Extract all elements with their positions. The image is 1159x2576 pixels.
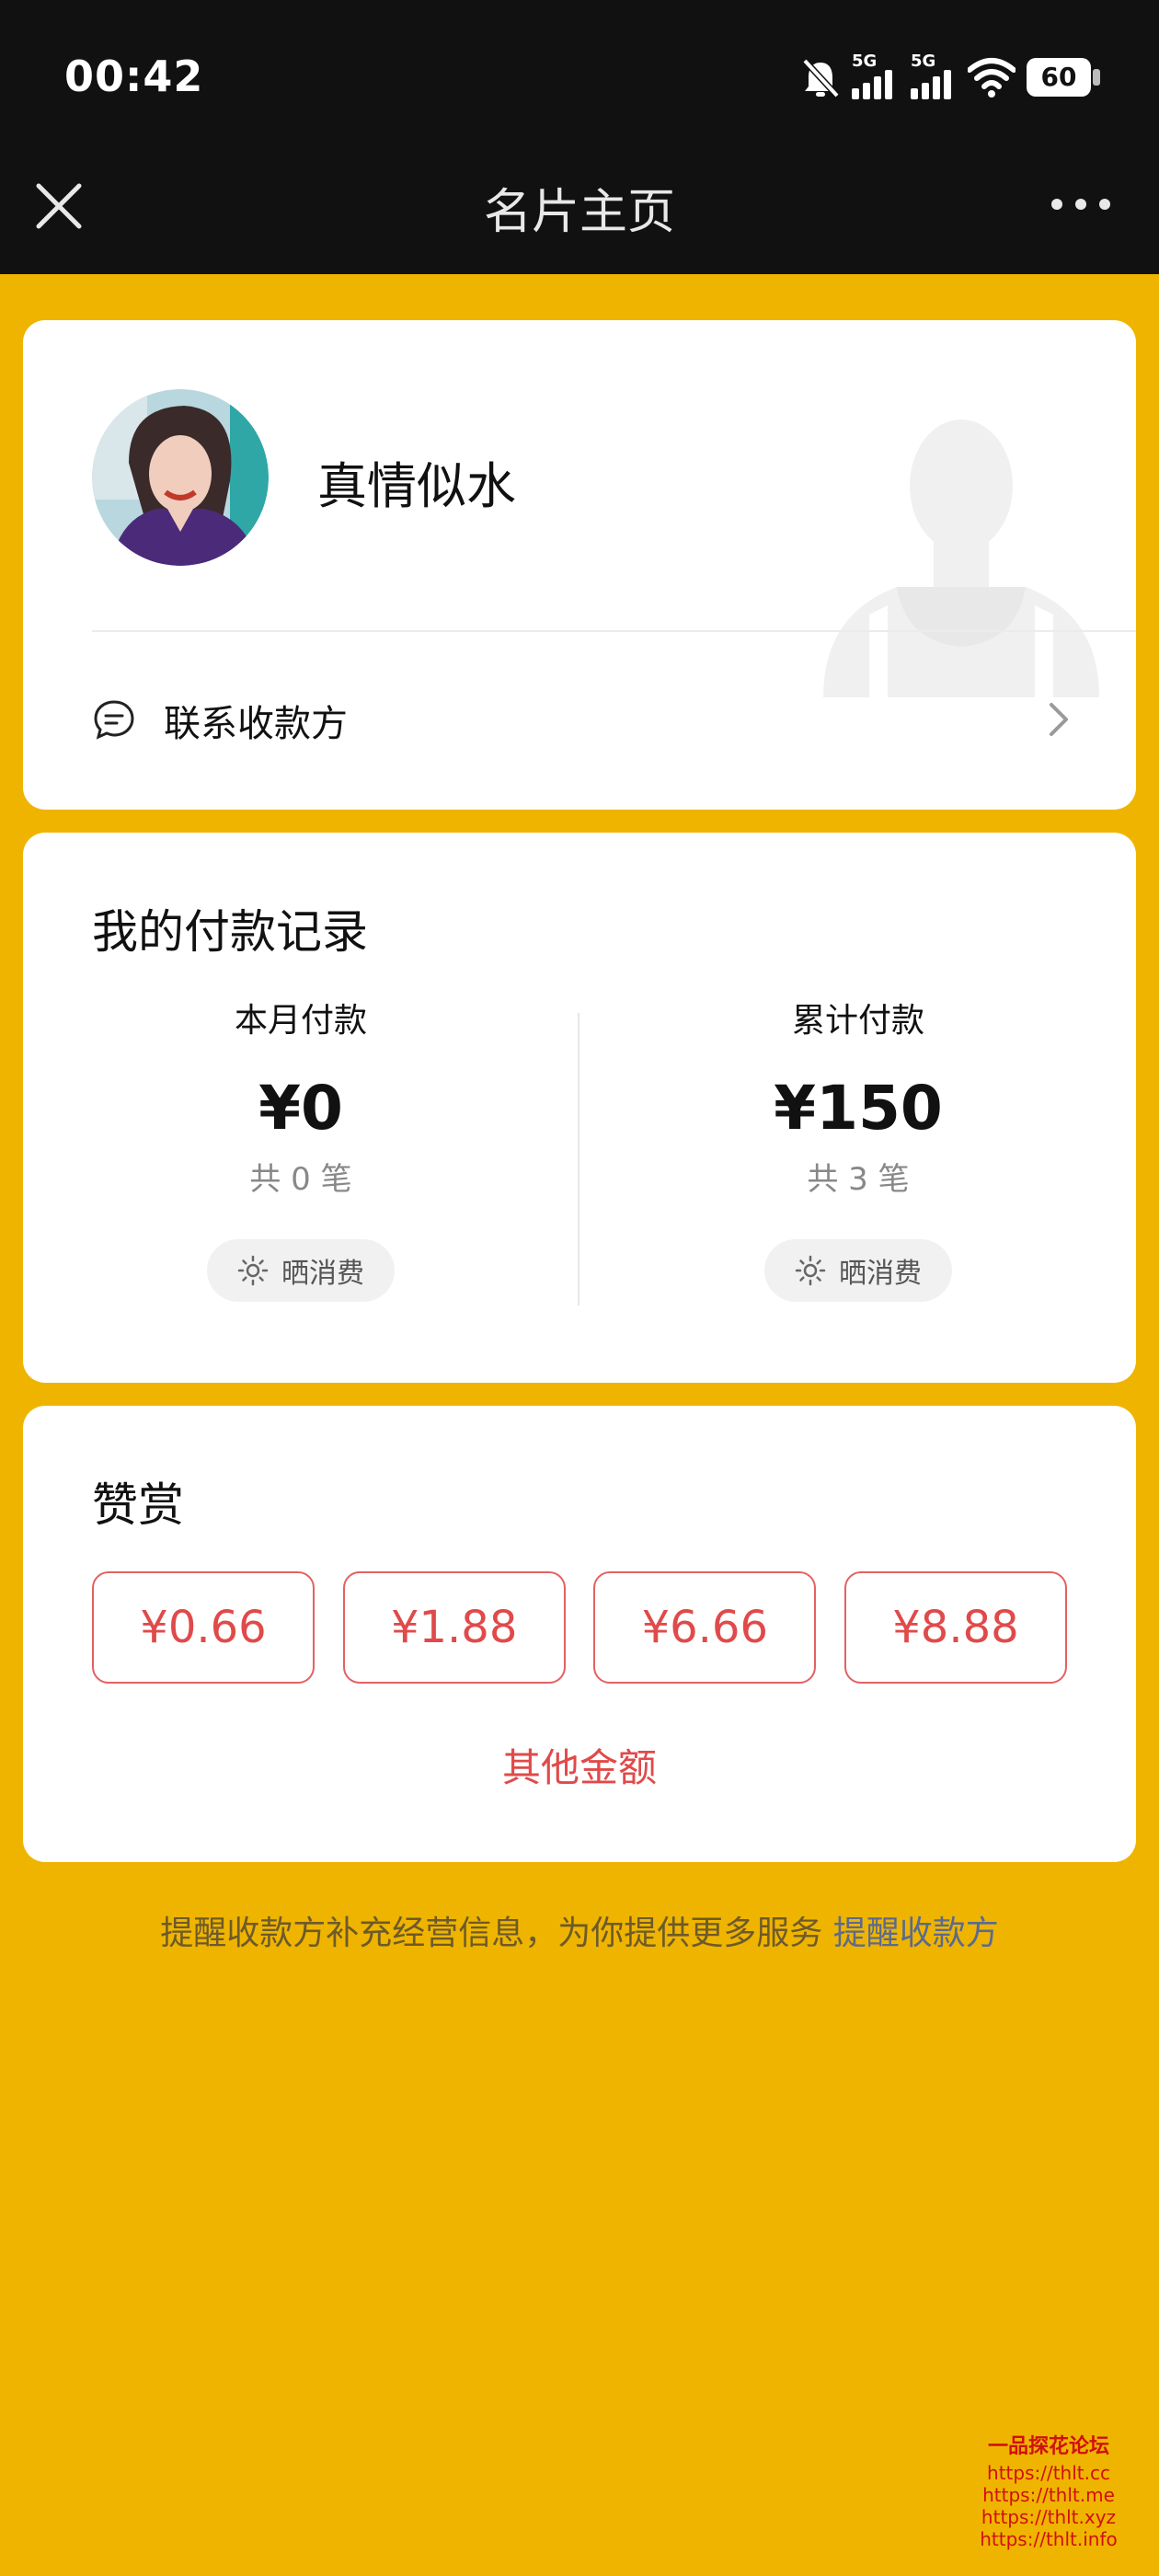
- reward-option-button[interactable]: ¥0.66: [92, 1571, 315, 1684]
- monthly-payment-stat: 本月付款 ¥0 共 0 笔 晒消费: [117, 998, 485, 1302]
- stat-divider: [578, 1013, 580, 1305]
- avatar[interactable]: [92, 389, 269, 566]
- contact-payee-label: 联系收款方: [164, 703, 348, 745]
- total-payment-label: 累计付款: [791, 1002, 924, 1040]
- reward-options: ¥0.66 ¥1.88 ¥6.66 ¥8.88: [92, 1571, 1067, 1686]
- monthly-payment-amount: ¥0: [258, 1073, 343, 1144]
- reward-option-button[interactable]: ¥8.88: [843, 1571, 1067, 1684]
- total-payment-amount: ¥150: [774, 1073, 943, 1144]
- reward-option-button[interactable]: ¥6.66: [593, 1571, 817, 1684]
- sun-icon: [795, 1255, 826, 1286]
- share-monthly-button[interactable]: 晒消费: [207, 1239, 395, 1302]
- page-title: 名片主页: [483, 185, 675, 240]
- total-payment-stat: 累计付款 ¥150 共 3 笔 晒消费: [674, 998, 1042, 1302]
- status-time: 00:42: [64, 52, 204, 101]
- battery-icon: 60: [1027, 58, 1102, 97]
- chat-bubble-icon: [94, 700, 134, 740]
- reward-card: 赞赏 ¥0.66 ¥1.88 ¥6.66 ¥8.88 其他金额: [23, 1406, 1136, 1862]
- share-monthly-label: 晒消费: [281, 1258, 364, 1290]
- footer-text: 提醒收款方补充经营信息，为你提供更多服务: [160, 1915, 833, 1952]
- wifi-icon: [968, 58, 1016, 98]
- divider: [92, 630, 1136, 632]
- footer-notice: 提醒收款方补充经营信息，为你提供更多服务 提醒收款方: [0, 1906, 1159, 1954]
- mute-bell-icon: [802, 58, 840, 98]
- watermark-line: https://thlt.me: [982, 2484, 1115, 2506]
- chevron-right-icon: [1050, 703, 1068, 736]
- profile-card: 真情似水 联系收款方: [23, 320, 1136, 810]
- top-bar: 00:42 5G 5G 60 名片主页: [0, 0, 1159, 274]
- watermark-line: https://thlt.info: [980, 2528, 1118, 2550]
- reward-title: 赞赏: [92, 1478, 184, 1532]
- share-total-button[interactable]: 晒消费: [764, 1239, 952, 1302]
- total-payment-count: 共 3 笔: [807, 1161, 910, 1198]
- contact-payee-row[interactable]: 联系收款方: [23, 633, 1136, 810]
- records-title: 我的付款记录: [92, 905, 368, 959]
- signal-5g-2-icon: 5G: [911, 53, 960, 99]
- watermark-title: 一品探花论坛: [987, 2435, 1109, 2458]
- payment-records-card: 我的付款记录 本月付款 ¥0 共 0 笔 晒消费 累计付款 ¥150 共 3 笔: [23, 833, 1136, 1383]
- monthly-payment-count: 共 0 笔: [249, 1161, 352, 1198]
- watermark-line: https://thlt.xyz: [981, 2506, 1117, 2528]
- remind-payee-link[interactable]: 提醒收款方: [833, 1915, 999, 1952]
- signal-5g-icon: 5G: [852, 53, 901, 99]
- more-icon[interactable]: [1049, 189, 1113, 220]
- watermark-line: https://thlt.cc: [987, 2462, 1110, 2484]
- profile-name: 真情似水: [317, 457, 516, 515]
- watermark: 一品探花论坛 https://thlt.cc https://thlt.me h…: [966, 2435, 1131, 2551]
- reward-option-button[interactable]: ¥1.88: [342, 1571, 566, 1684]
- share-total-label: 晒消费: [839, 1258, 922, 1290]
- monthly-payment-label: 本月付款: [234, 1002, 367, 1040]
- sun-icon: [237, 1255, 269, 1286]
- other-amount-button[interactable]: 其他金额: [23, 1737, 1136, 1793]
